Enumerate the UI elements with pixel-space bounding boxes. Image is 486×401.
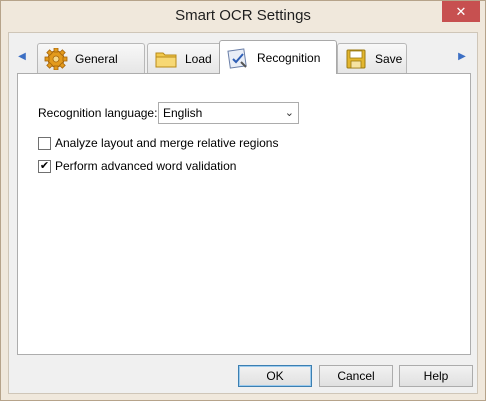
close-icon: ✕ (455, 3, 467, 19)
tab-load-label: Load (185, 51, 212, 66)
floppy-icon (344, 48, 368, 70)
chevron-left-icon: ◀ (18, 51, 26, 62)
recognition-language-label: Recognition language: (38, 106, 158, 120)
advanced-validation-label: Perform advanced word validation (55, 159, 237, 173)
recognition-icon (226, 47, 250, 69)
advanced-validation-checkbox[interactable]: ✔ (38, 159, 51, 173)
tab-recognition[interactable]: Recognition (219, 40, 337, 74)
recognition-language-select[interactable]: English ⌄ (158, 102, 299, 124)
close-button[interactable]: ✕ (442, 1, 480, 22)
chevron-down-icon: ⌄ (284, 107, 294, 119)
tab-load[interactable]: Load (147, 43, 229, 73)
tab-scroll-right-button[interactable]: ▶ (451, 40, 473, 73)
tab-save-label: Save (375, 51, 403, 66)
dialog-body: ◀ General Load Recognition Save ▶ Recogn… (8, 32, 478, 394)
help-button[interactable]: Help (399, 365, 473, 387)
tab-save[interactable]: Save (337, 43, 407, 73)
recognition-panel: Recognition language: English ⌄ Analyze … (17, 73, 471, 355)
tab-recognition-label: Recognition (257, 50, 321, 65)
cancel-button[interactable]: Cancel (319, 365, 393, 387)
language-row: Recognition language: English ⌄ (38, 102, 299, 124)
folder-icon (154, 48, 178, 70)
analyze-layout-row[interactable]: Analyze layout and merge relative region… (38, 136, 278, 150)
gear-icon (44, 47, 68, 70)
tab-general[interactable]: General (37, 43, 145, 73)
recognition-language-value: English (163, 106, 203, 120)
advanced-validation-row[interactable]: ✔ Perform advanced word validation (38, 159, 236, 173)
ok-button[interactable]: OK (238, 365, 312, 387)
tab-strip: ◀ General Load Recognition Save ▶ (9, 40, 477, 74)
tab-general-label: General (75, 51, 118, 66)
tab-scroll-left-button[interactable]: ◀ (11, 40, 33, 73)
settings-window: Smart OCR Settings ✕ ◀ General Load Reco… (0, 0, 486, 401)
title-bar: Smart OCR Settings ✕ (1, 1, 485, 32)
window-title: Smart OCR Settings (175, 7, 311, 24)
chevron-right-icon: ▶ (458, 51, 466, 62)
checkmark-icon: ✔ (39, 159, 50, 172)
analyze-layout-checkbox[interactable] (38, 136, 51, 150)
analyze-layout-label: Analyze layout and merge relative region… (55, 136, 279, 150)
